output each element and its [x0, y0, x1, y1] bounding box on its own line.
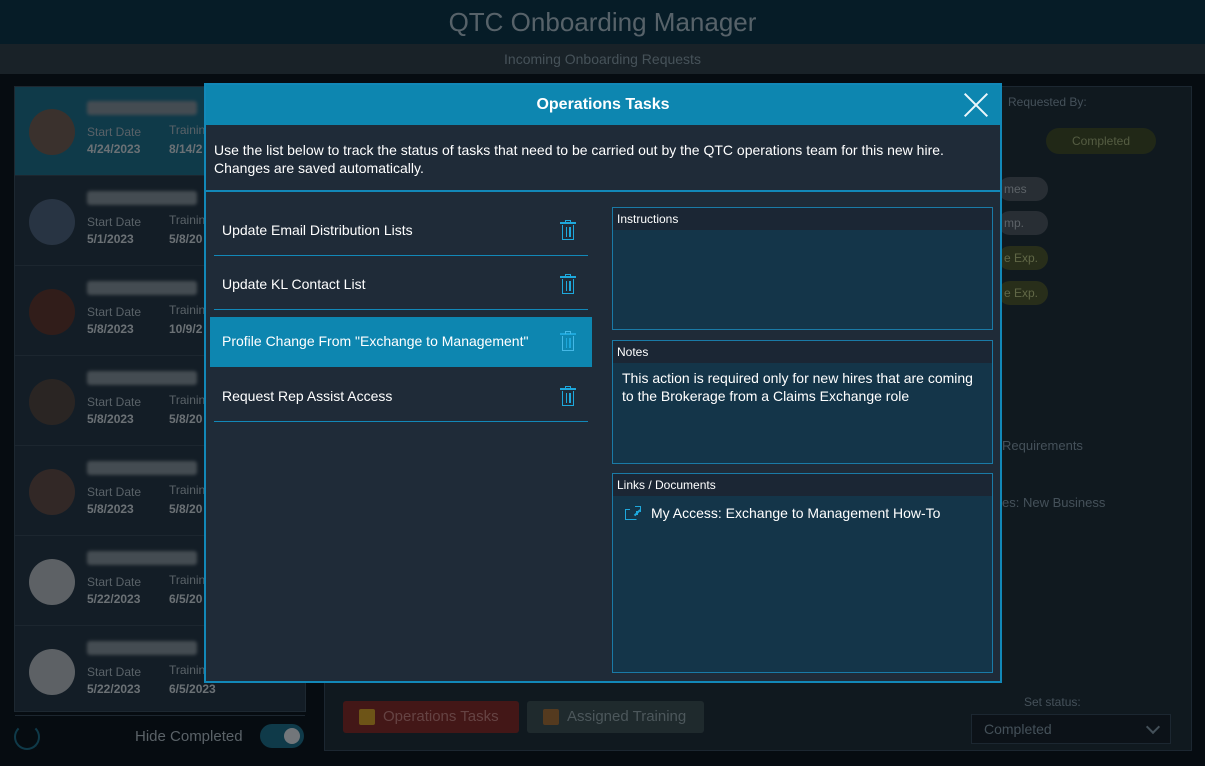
- links-header: Links / Documents: [613, 474, 992, 496]
- task-label: Request Rep Assist Access: [222, 388, 393, 404]
- task-item[interactable]: Update Email Distribution Lists: [214, 206, 592, 256]
- instructions-panel: Instructions: [612, 207, 993, 330]
- instructions-header: Instructions: [613, 208, 992, 230]
- notes-panel: Notes This action is required only for n…: [612, 340, 993, 464]
- task-label: Update Email Distribution Lists: [222, 222, 413, 238]
- task-item[interactable]: Update KL Contact List: [214, 260, 592, 310]
- task-label: Profile Change From "Exchange to Managem…: [222, 333, 529, 349]
- instructions-body: [613, 230, 992, 242]
- trash-icon[interactable]: [560, 386, 576, 406]
- task-item-selected[interactable]: Profile Change From "Exchange to Managem…: [210, 317, 592, 367]
- divider: [206, 190, 1000, 192]
- links-panel: Links / Documents My Access: Exchange to…: [612, 473, 993, 673]
- modal-description: Use the list below to track the status o…: [214, 142, 944, 176]
- trash-icon[interactable]: [560, 274, 576, 294]
- trash-icon[interactable]: [560, 331, 576, 351]
- modal-title: Operations Tasks: [536, 96, 670, 113]
- notes-body: This action is required only for new hir…: [622, 370, 973, 404]
- task-item[interactable]: Request Rep Assist Access: [214, 372, 592, 422]
- task-label: Update KL Contact List: [222, 276, 366, 292]
- operations-tasks-modal: Operations Tasks Use the list below to t…: [204, 83, 1002, 683]
- external-link-icon: [624, 506, 641, 520]
- document-link-label: My Access: Exchange to Management How-To: [651, 505, 941, 521]
- notes-header: Notes: [613, 341, 992, 363]
- trash-icon[interactable]: [560, 220, 576, 240]
- document-link[interactable]: My Access: Exchange to Management How-To: [613, 496, 992, 530]
- modal-header: Operations Tasks: [206, 85, 1000, 125]
- close-icon[interactable]: [962, 91, 990, 119]
